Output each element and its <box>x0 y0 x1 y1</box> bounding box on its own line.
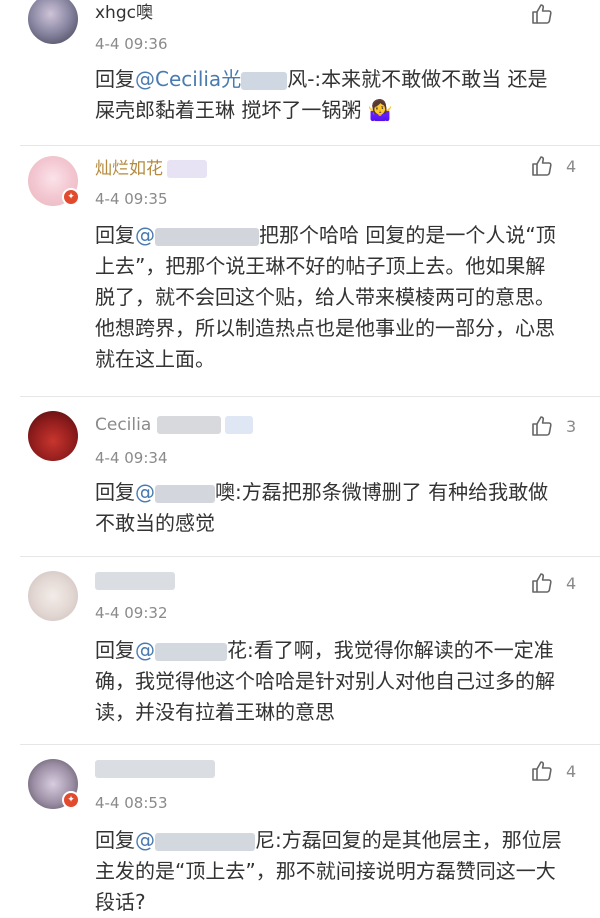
blurred-name <box>241 71 288 90</box>
like-count: 4 <box>566 156 577 176</box>
blurred-name <box>155 642 227 661</box>
timestamp: 4-4 09:34 <box>95 449 168 467</box>
divider <box>20 744 600 745</box>
thumbs-up-icon <box>532 156 552 176</box>
blurred-name <box>95 572 175 590</box>
like-button[interactable]: 3 <box>530 414 576 438</box>
timestamp: 4-4 09:32 <box>95 604 168 622</box>
timestamp: 4-4 09:35 <box>95 190 168 208</box>
comment-text: 回复@ 尼:方磊回复的是其他层主，那位层主发的是“顶上去”，那不就间接说明方磊赞同… <box>95 828 562 914</box>
like-button[interactable]: 4 <box>530 571 576 595</box>
username[interactable] <box>95 571 175 591</box>
blurred-name <box>157 416 222 434</box>
like-button[interactable] <box>530 2 554 26</box>
divider <box>20 145 600 146</box>
divider <box>20 396 600 397</box>
like-button[interactable]: 4 <box>530 154 576 178</box>
timestamp: 4-4 08:53 <box>95 794 168 812</box>
blurred-badge <box>167 160 207 178</box>
thumbs-up-icon <box>532 4 552 24</box>
thumbs-up-icon <box>532 416 552 436</box>
like-count: 4 <box>566 761 577 781</box>
thumbs-up-icon <box>532 761 552 781</box>
like-button[interactable]: 4 <box>530 759 576 783</box>
username[interactable]: Cecilia <box>95 415 254 435</box>
mention-link[interactable]: @ <box>135 223 155 247</box>
blurred-name <box>155 227 259 246</box>
verified-badge: ✦ <box>62 188 80 206</box>
comment-text: 回复@ 花:看了啊，我觉得你解读的不一定准确，我觉得他这个哈哈是针对别人对他自己过… <box>95 638 555 724</box>
divider <box>20 556 600 557</box>
comment-text: 回复@ 噢:方磊把那条微博删了 有种给我敢做不敢当的感觉 <box>95 480 549 535</box>
timestamp: 4-4 09:36 <box>95 35 168 53</box>
like-count: 3 <box>566 416 577 436</box>
mention-link[interactable]: @ <box>135 828 155 852</box>
thumbs-up-icon <box>532 573 552 593</box>
blurred-badge <box>225 416 254 434</box>
mention-link[interactable]: @Cecilia光 <box>135 67 241 91</box>
username[interactable]: 灿烂如花 <box>95 154 207 179</box>
blurred-name <box>95 760 215 778</box>
blurred-name <box>155 484 215 503</box>
verified-badge: ✦ <box>62 791 80 809</box>
avatar[interactable] <box>28 0 78 44</box>
mention-link[interactable]: @ <box>135 638 155 662</box>
like-count: 4 <box>566 573 577 593</box>
avatar[interactable] <box>28 571 78 621</box>
comment-text: 回复@Cecilia光 风-:本来就不敢做不敢当 还是屎壳郎黏着王琳 搅坏了一锅粥… <box>95 67 548 122</box>
mention-link[interactable]: @ <box>135 480 155 504</box>
blurred-name <box>155 832 255 851</box>
avatar[interactable] <box>28 411 78 461</box>
username[interactable] <box>95 759 215 779</box>
comment-text: 回复@ 把那个哈哈 回复的是一个人说“顶上去”，把那个说王琳不好的帖子顶上去。他如… <box>95 223 556 371</box>
username[interactable]: xhgc噢 <box>95 0 153 23</box>
